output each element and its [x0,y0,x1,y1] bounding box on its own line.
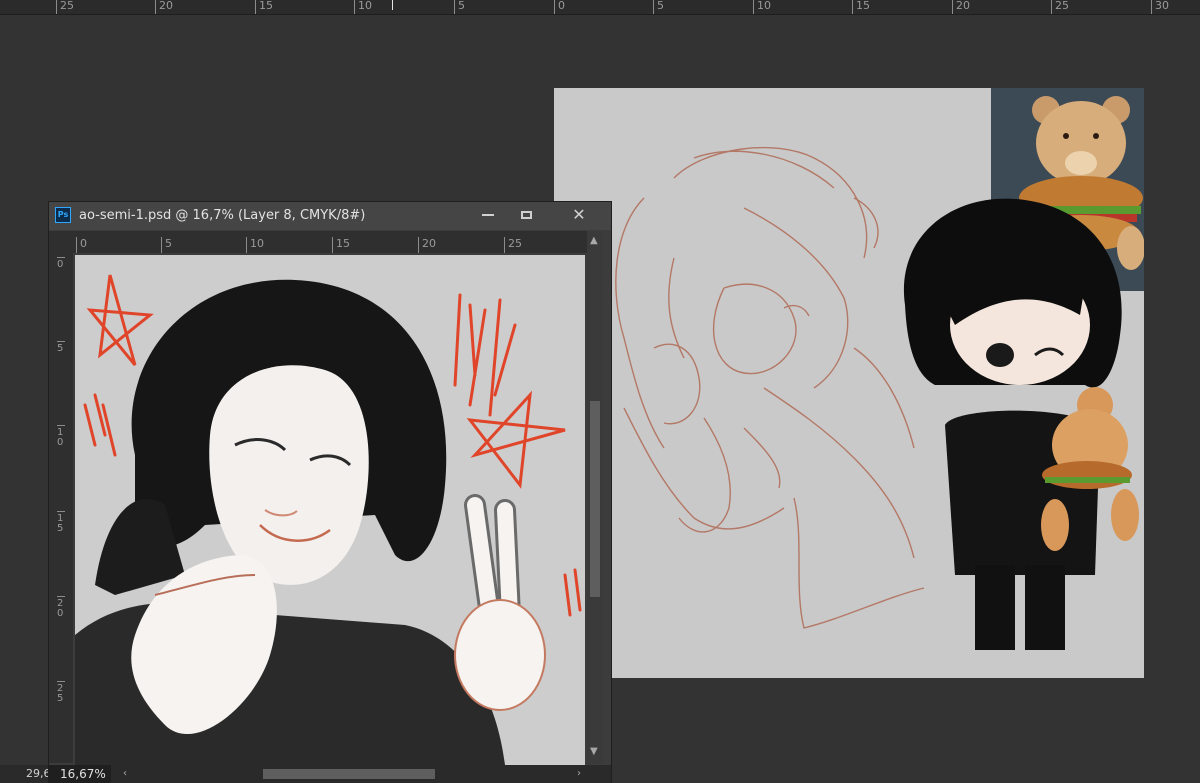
ruler-tick: 25 [56,0,74,14]
ruler-tick: 15 [57,511,65,534]
ruler-tick: 15 [852,0,870,14]
document-status-bar: 16,67% ‹ › [49,765,611,783]
document-horizontal-ruler[interactable]: 0 5 10 15 20 25 [73,231,587,253]
document-vertical-ruler[interactable]: 0 5 10 15 20 25 [49,253,73,763]
ruler-tick: 5 [653,0,664,14]
scroll-down-icon[interactable]: ▼ [590,746,598,757]
ruler-tick: 10 [753,0,771,14]
maximize-icon [520,210,532,219]
document-title: ao-semi-1.psd @ 16,7% (Layer 8, CMYK/8#) [79,208,366,223]
status-zoom-value: 29,6 [26,767,48,780]
ruler-tick: 5 [161,237,172,253]
ruler-tick: 0 [76,237,87,253]
horizontal-scroll-thumb[interactable] [263,769,435,779]
ruler-tick: 10 [57,425,65,448]
ruler-tick: 5 [454,0,465,14]
main-status-bar: 29,6 [0,765,48,783]
minimize-icon [482,213,494,216]
maximize-button[interactable] [511,204,541,226]
close-button[interactable]: ✕ [557,204,601,226]
ruler-tick: 30 [1151,0,1169,14]
vertical-scrollbar[interactable]: ▲ ▼ [587,231,603,764]
ruler-tick: 25 [57,681,65,704]
document-titlebar[interactable]: Ps ao-semi-1.psd @ 16,7% (Layer 8, CMYK/… [49,202,611,230]
horizontal-scrollbar[interactable]: ‹ › [119,767,589,781]
ruler-tick: 15 [255,0,273,14]
ruler-tick: 20 [57,596,65,619]
document-canvas[interactable] [75,255,585,765]
ruler-tick: 20 [418,237,436,253]
close-icon: ✕ [572,205,586,224]
ruler-tick: 20 [952,0,970,14]
zoom-field[interactable]: 16,67% [49,765,111,783]
scroll-right-icon[interactable]: › [577,768,581,779]
chibi-character-illustration [903,198,1139,650]
minimize-button[interactable] [473,204,503,226]
scroll-up-icon[interactable]: ▲ [590,235,598,246]
ruler-tick: 15 [332,237,350,253]
ruler-tick: 0 [57,257,65,270]
portrait-artwork [75,274,582,765]
ruler-corner [49,231,73,253]
ruler-tick: 0 [554,0,565,14]
ruler-tick: 10 [354,0,372,14]
ruler-tick: 25 [504,237,522,253]
scroll-left-icon[interactable]: ‹ [123,768,127,779]
ruler-tick: 25 [1051,0,1069,14]
ruler-tick: 10 [246,237,264,253]
ruler-tick: 20 [155,0,173,14]
document-window[interactable]: Ps ao-semi-1.psd @ 16,7% (Layer 8, CMYK/… [48,201,612,783]
ruler-tick: 5 [57,341,65,354]
top-ruler[interactable]: 25 20 15 10 5 0 5 10 15 20 25 30 [0,0,1200,15]
vertical-scroll-thumb[interactable] [590,401,600,597]
ruler-cursor-marker [392,0,393,10]
photoshop-app-icon: Ps [55,207,71,223]
